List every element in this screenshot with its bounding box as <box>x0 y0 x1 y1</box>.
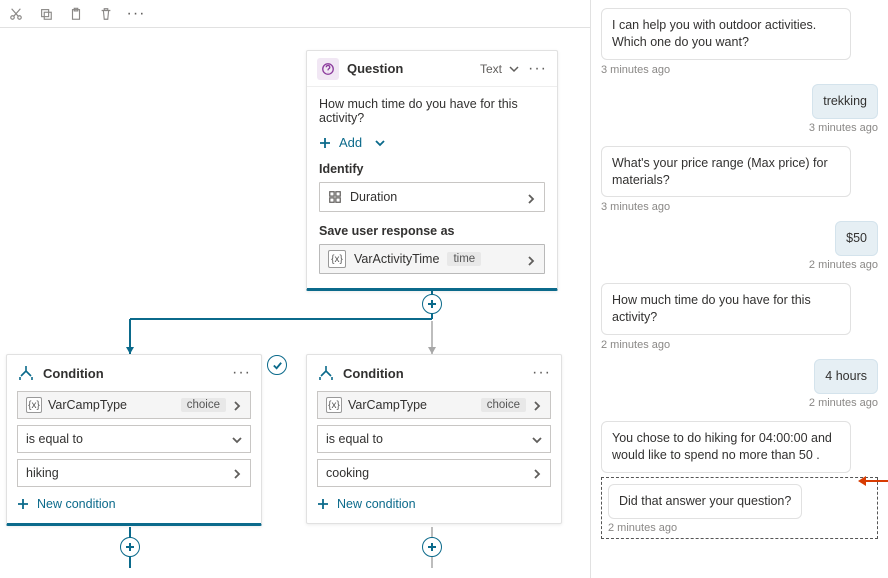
timestamp: 3 minutes ago <box>601 201 878 213</box>
timestamp: 3 minutes ago <box>601 64 878 76</box>
add-label: Add <box>339 135 362 150</box>
variable-field[interactable]: {x} VarActivityTime time <box>319 244 545 274</box>
chevron-right-icon <box>526 192 536 202</box>
chevron-down-icon <box>232 434 242 444</box>
bot-message: What's your price range (Max price) for … <box>601 146 851 198</box>
identify-label: Identify <box>319 162 545 176</box>
chevron-right-icon <box>532 400 542 410</box>
condition-operator-field[interactable]: is equal to <box>17 425 251 453</box>
bot-message: How much time do you have for this activ… <box>601 283 851 335</box>
test-chat-panel: I can help you with outdoor activities. … <box>590 0 888 578</box>
condition-operator: is equal to <box>26 432 232 446</box>
question-prompt[interactable]: How much time do you have for this activ… <box>319 97 545 125</box>
variable-icon: {x} <box>26 397 42 413</box>
node-more-icon[interactable]: ··· <box>528 64 547 74</box>
branch-icon <box>17 364 35 382</box>
condition-value: hiking <box>26 466 232 480</box>
condition-node-2[interactable]: Condition ··· {x} VarCampType choice is … <box>306 354 562 524</box>
more-icon[interactable]: ··· <box>128 6 144 22</box>
delete-icon[interactable] <box>98 6 114 22</box>
selected-message-group[interactable]: Did that answer your question? 2 minutes… <box>601 477 878 539</box>
condition-value: cooking <box>326 466 532 480</box>
copy-icon[interactable] <box>38 6 54 22</box>
identify-field[interactable]: Duration <box>319 182 545 212</box>
add-node-button[interactable] <box>422 537 442 557</box>
variable-icon: {x} <box>326 397 342 413</box>
output-type-picker[interactable]: Text <box>480 62 520 76</box>
question-icon <box>317 58 339 80</box>
condition-var-type: choice <box>181 398 226 412</box>
condition-var-name: VarCampType <box>348 398 481 412</box>
paste-icon[interactable] <box>68 6 84 22</box>
condition-operator-field[interactable]: is equal to <box>317 425 551 453</box>
user-message: trekking <box>812 84 878 119</box>
canvas-toolbar: ··· <box>0 0 590 28</box>
user-message: 4 hours <box>814 359 878 394</box>
chevron-right-icon <box>232 400 242 410</box>
validation-check-icon <box>267 355 287 375</box>
timestamp: 2 minutes ago <box>601 339 878 351</box>
add-button[interactable]: Add <box>319 135 545 150</box>
condition-variable-field[interactable]: {x} VarCampType choice <box>317 391 551 419</box>
variable-icon: {x} <box>328 250 346 268</box>
variable-type-tag: time <box>447 252 481 266</box>
node-more-icon[interactable]: ··· <box>232 368 251 378</box>
authoring-canvas[interactable]: Question Text ··· How much time do you h… <box>0 28 590 578</box>
cut-icon[interactable] <box>8 6 24 22</box>
output-type-label: Text <box>480 62 502 76</box>
node-title: Condition <box>343 366 524 381</box>
timestamp: 2 minutes ago <box>809 397 878 409</box>
annotation-arrow-icon <box>858 472 888 493</box>
chevron-right-icon <box>232 468 242 478</box>
variable-name: VarActivityTime <box>354 252 439 266</box>
condition-var-name: VarCampType <box>48 398 181 412</box>
condition-var-type: choice <box>481 398 526 412</box>
condition-variable-field[interactable]: {x} VarCampType choice <box>17 391 251 419</box>
condition-node-1[interactable]: Condition ··· {x} VarCampType choice is … <box>6 354 262 526</box>
new-condition-label: New condition <box>337 497 416 511</box>
node-title: Question <box>347 61 472 76</box>
add-node-button[interactable] <box>422 294 442 314</box>
new-condition-button[interactable]: New condition <box>317 493 551 511</box>
timestamp: 2 minutes ago <box>608 522 871 534</box>
node-title: Condition <box>43 366 224 381</box>
bot-message: I can help you with outdoor activities. … <box>601 8 851 60</box>
chevron-right-icon <box>526 254 536 264</box>
timestamp: 2 minutes ago <box>809 259 878 271</box>
save-response-label: Save user response as <box>319 224 545 238</box>
branch-icon <box>317 364 335 382</box>
node-more-icon[interactable]: ··· <box>532 368 551 378</box>
timestamp: 3 minutes ago <box>809 122 878 134</box>
question-node[interactable]: Question Text ··· How much time do you h… <box>306 50 558 291</box>
bot-message: Did that answer your question? <box>608 484 802 519</box>
chevron-down-icon <box>532 434 542 444</box>
condition-value-field[interactable]: cooking <box>317 459 551 487</box>
new-condition-label: New condition <box>37 497 116 511</box>
condition-value-field[interactable]: hiking <box>17 459 251 487</box>
new-condition-button[interactable]: New condition <box>17 493 251 511</box>
bot-message: You chose to do hiking for 04:00:00 and … <box>601 421 851 473</box>
identify-value: Duration <box>350 190 518 204</box>
chevron-right-icon <box>532 468 542 478</box>
add-node-button[interactable] <box>120 537 140 557</box>
condition-operator: is equal to <box>326 432 532 446</box>
user-message: $50 <box>835 221 878 256</box>
